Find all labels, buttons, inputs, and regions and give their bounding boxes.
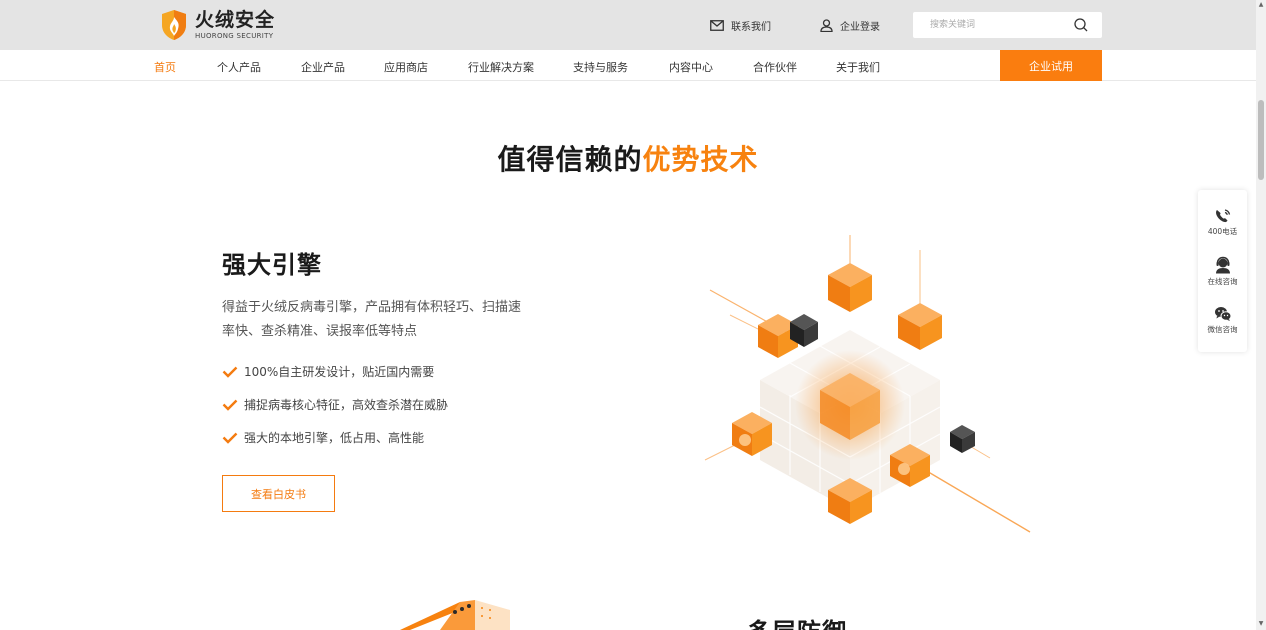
- view-whitepaper-button[interactable]: 查看白皮书: [222, 475, 335, 512]
- nav-item-about-us[interactable]: 关于我们: [836, 59, 880, 75]
- list-item: 强大的本地引擎，低占用、高性能: [222, 429, 448, 446]
- online-consult-button[interactable]: 在线咨询: [1198, 256, 1247, 287]
- scrollbar-thumb[interactable]: [1258, 100, 1264, 180]
- cube-top: [828, 263, 872, 312]
- check-icon: [222, 399, 238, 411]
- enterprise-trial-button[interactable]: 企业试用: [1000, 50, 1102, 81]
- bullet-text: 100%自主研发设计，贴近国内需要: [244, 365, 435, 379]
- bullet-text: 捕捉病毒核心特征，高效查杀潜在威胁: [244, 398, 449, 412]
- section-title-plain: 值得信赖的: [497, 143, 643, 176]
- brand-logo[interactable]: 火绒安全 HUORONG SECURITY: [160, 9, 275, 41]
- feature-description: 得益于火绒反病毒引擎，产品拥有体积轻巧、扫描速率快、查杀精准、误报率低等特点: [222, 300, 522, 339]
- nav-item-personal-products[interactable]: 个人产品: [217, 59, 261, 75]
- wechat-consult-label: 微信咨询: [1207, 325, 1238, 334]
- feature-bullet-list: 100%自主研发设计，贴近国内需要 捕捉病毒核心特征，高效查杀潜在威胁 强大的本…: [222, 363, 448, 462]
- enterprise-login-label: 企业登录: [840, 22, 880, 33]
- bullet-text: 强大的本地引擎，低占用、高性能: [244, 431, 425, 445]
- brand-name-en: HUORONG SECURITY: [195, 31, 274, 40]
- section-title: 值得信赖的优势技术: [0, 138, 1256, 178]
- wechat-icon: [1214, 307, 1231, 321]
- defense-illustration: [400, 600, 510, 630]
- phone-400-button[interactable]: 400电话: [1198, 208, 1247, 237]
- support-agent-icon: [1215, 256, 1230, 274]
- nav-item-app-store[interactable]: 应用商店: [384, 59, 428, 75]
- top-header: 火绒安全 HUORONG SECURITY 联系我们 企业登录: [0, 0, 1256, 50]
- feature-title: 强大引擎: [222, 251, 322, 279]
- wechat-consult-button[interactable]: 微信咨询: [1198, 306, 1247, 335]
- phone-icon: [1215, 209, 1230, 223]
- check-icon: [222, 432, 238, 444]
- engine-cubes-illustration: [704, 235, 1031, 533]
- next-section-title: 多层防御: [747, 612, 847, 630]
- contact-us-link[interactable]: 联系我们: [710, 18, 771, 33]
- section-title-highlight: 优势技术: [642, 143, 759, 176]
- mail-icon: [710, 20, 724, 31]
- nav-item-partners[interactable]: 合作伙伴: [753, 59, 797, 75]
- nav-item-industry-solutions[interactable]: 行业解决方案: [468, 59, 534, 75]
- user-icon: [820, 19, 833, 32]
- list-item: 捕捉病毒核心特征，高效查杀潜在威胁: [222, 396, 448, 413]
- search-box: [913, 12, 1102, 38]
- check-icon: [222, 366, 238, 378]
- contact-us-label: 联系我们: [731, 22, 771, 33]
- scroll-up-arrow-icon[interactable]: ▲: [1257, 1, 1265, 9]
- search-input[interactable]: [913, 12, 1073, 38]
- nav-item-enterprise-products[interactable]: 企业产品: [301, 59, 345, 75]
- nav-item-content-center[interactable]: 内容中心: [669, 59, 713, 75]
- page-scrollbar[interactable]: [1256, 0, 1266, 630]
- nav-item-home[interactable]: 首页: [154, 59, 176, 75]
- main-nav: 首页 个人产品 企业产品 应用商店 行业解决方案 支持与服务 内容中心 合作伙伴…: [0, 50, 1256, 81]
- scroll-down-arrow-icon[interactable]: ▼: [1257, 620, 1265, 628]
- online-consult-label: 在线咨询: [1207, 277, 1238, 286]
- shield-flame-logo-icon: [162, 10, 186, 40]
- phone-400-label: 400电话: [1207, 227, 1238, 236]
- side-contact-panel: 400电话 在线咨询 微信咨询: [1198, 190, 1247, 352]
- nav-item-support[interactable]: 支持与服务: [573, 59, 628, 75]
- enterprise-login-link[interactable]: 企业登录: [820, 18, 880, 33]
- brand-name-cn: 火绒安全: [195, 8, 276, 31]
- list-item: 100%自主研发设计，贴近国内需要: [222, 363, 448, 380]
- search-icon[interactable]: [1074, 18, 1088, 32]
